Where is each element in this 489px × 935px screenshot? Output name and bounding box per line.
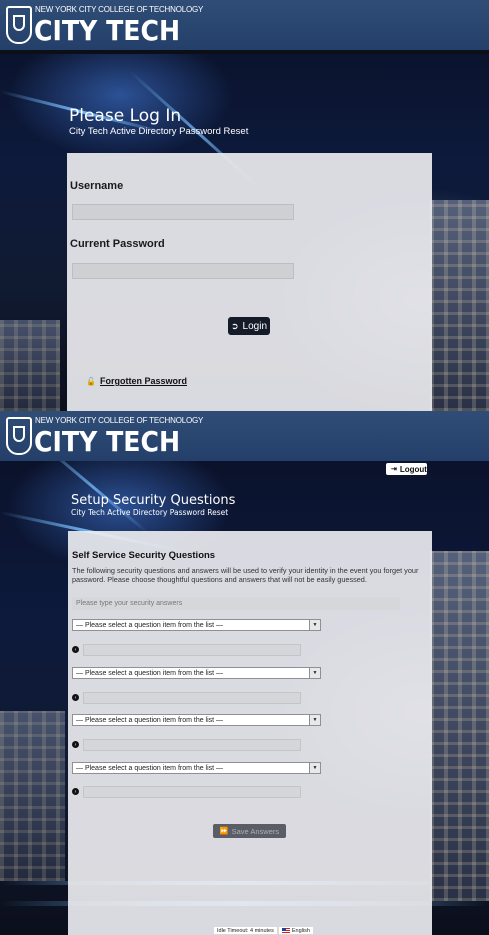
question-select-1[interactable]: — Please select a question item from the… (72, 619, 321, 631)
page-title: Please Log In (69, 106, 182, 126)
answer-input-3[interactable] (83, 739, 301, 751)
forgotten-password-label: Forgotten Password (99, 376, 187, 386)
login-heading: Please Log In City Tech Active Directory… (69, 106, 248, 137)
login-button-label: Login (242, 320, 267, 332)
forgotten-password-link[interactable]: 🔓 Forgotten Password (86, 376, 187, 386)
answers-hint: Please type your security answers (72, 597, 400, 610)
idle-timeout-text: Idle Timeout: 4 minutes (214, 927, 277, 934)
question-select-value: — Please select a question item from the… (76, 669, 224, 677)
save-answers-button[interactable]: ⏩ Save Answers (213, 824, 286, 838)
chevron-down-icon: ▼ (309, 620, 320, 630)
building (0, 320, 60, 411)
site-header: NEW YORK CITY COLLEGE OF TECHNOLOGY CITY… (0, 0, 489, 50)
setup-screen: NEW YORK CITY COLLEGE OF TECHNOLOGY CITY… (0, 411, 489, 935)
login-screen: NEW YORK CITY COLLEGE OF TECHNOLOGY CITY… (0, 0, 489, 411)
language-selector[interactable]: English (278, 927, 313, 934)
brand-logo-text[interactable]: CITY TECH (34, 14, 180, 47)
college-name: NEW YORK CITY COLLEGE OF TECHNOLOGY (35, 416, 204, 425)
building (0, 711, 65, 881)
chevron-down-icon: ▼ (309, 763, 320, 773)
chevron-right-circle-icon: › (72, 788, 79, 795)
sign-out-icon: ⇥ (391, 466, 397, 473)
answer-input-4[interactable] (83, 786, 301, 798)
chevron-right-circle-icon: › (72, 741, 79, 748)
building (430, 551, 489, 901)
chevron-down-icon: ▼ (309, 715, 320, 725)
page-subtitle: City Tech Active Directory Password Rese… (71, 508, 229, 517)
setup-heading: Setup Security Questions City Tech Activ… (71, 493, 235, 517)
college-name: NEW YORK CITY COLLEGE OF TECHNOLOGY (35, 5, 204, 14)
question-select-value: — Please select a question item from the… (76, 621, 224, 629)
header-divider (0, 50, 489, 54)
password-input[interactable] (72, 263, 294, 279)
answer-input-1[interactable] (83, 644, 301, 656)
chevron-down-icon: ▼ (309, 668, 320, 678)
page-subtitle: City Tech Active Directory Password Rese… (69, 126, 249, 137)
fast-forward-icon: ⏩ (219, 828, 229, 835)
security-questions-panel: Self Service Security Questions The foll… (68, 531, 432, 935)
site-header: NEW YORK CITY COLLEGE OF TECHNOLOGY CITY… (0, 411, 489, 461)
unlock-icon: 🔓 (86, 376, 96, 386)
sign-in-icon: ➲ (230, 320, 239, 331)
shield-logo-icon (6, 417, 32, 455)
language-label: English (291, 927, 310, 934)
username-label: Username (70, 180, 124, 192)
chevron-right-circle-icon: › (72, 694, 79, 701)
password-label: Current Password (70, 238, 165, 250)
answer-input-2[interactable] (83, 692, 301, 704)
question-select-value: — Please select a question item from the… (76, 716, 224, 724)
save-answers-label: Save Answers (231, 826, 280, 836)
question-select-3[interactable]: — Please select a question item from the… (72, 714, 321, 726)
login-panel: Username Current Password ➲ Login 🔓 Forg… (67, 153, 432, 411)
logout-button-label: Logout (399, 464, 427, 474)
section-description: The following security questions and ans… (72, 566, 419, 584)
question-select-value: — Please select a question item from the… (76, 764, 224, 772)
logout-button[interactable]: ⇥ Logout (386, 463, 427, 475)
page-title: Setup Security Questions (71, 493, 236, 508)
username-input[interactable] (72, 204, 294, 220)
section-title: Self Service Security Questions (72, 550, 216, 561)
question-select-2[interactable]: — Please select a question item from the… (72, 667, 321, 679)
chevron-right-circle-icon: › (72, 646, 79, 653)
shield-logo-icon (6, 6, 32, 44)
question-select-4[interactable]: — Please select a question item from the… (72, 762, 321, 774)
us-flag-icon (281, 928, 290, 933)
building (430, 200, 489, 411)
brand-logo-text[interactable]: CITY TECH (34, 425, 180, 458)
login-button[interactable]: ➲ Login (228, 317, 270, 335)
status-footer: Idle Timeout: 4 minutes English (214, 927, 313, 934)
